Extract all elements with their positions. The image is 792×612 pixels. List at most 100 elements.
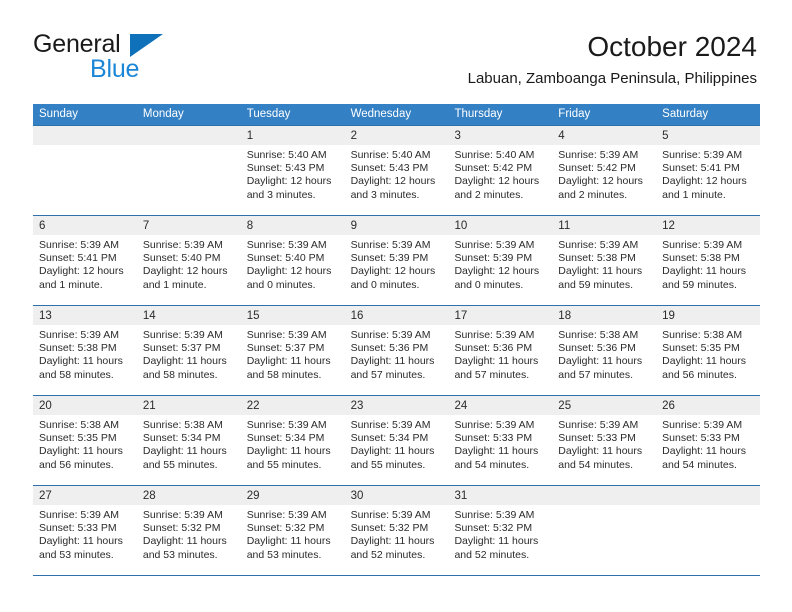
calendar-day-cell[interactable]: 9 Sunrise: 5:39 AM Sunset: 5:39 PM Daylight…	[344, 216, 449, 305]
calendar-day-cell[interactable]: 19 Sunrise: 5:38 AM Sunset: 5:35 PM Dayligh…	[656, 306, 761, 395]
day-detail-line: Sunrise: 5:38 AM	[662, 329, 743, 341]
day-detail-line: Sunrise: 5:39 AM	[558, 419, 639, 431]
day-detail-line: Sunrise: 5:39 AM	[39, 329, 119, 341]
day-detail-line: Sunrise: 5:39 AM	[558, 239, 639, 251]
day-number-band: 16	[344, 306, 449, 325]
calendar-day-cell[interactable]: 13 Sunrise: 5:39 AM Sunset: 5:38 PM Dayligh…	[33, 306, 137, 395]
day-detail-line: Sunrise: 5:39 AM	[246, 419, 327, 431]
day-detail-line: Sunset: 5:42 PM	[454, 162, 533, 175]
day-number: 27	[39, 490, 52, 502]
calendar-bottom-rule	[33, 575, 760, 576]
day-number-band: 10	[448, 216, 553, 235]
day-number-band: 15	[240, 306, 345, 325]
day-details: Sunrise: 5:39 AM Sunset: 5:32 PM Daylight:…	[241, 505, 345, 562]
calendar-day-cell[interactable]: 17 Sunrise: 5:39 AM Sunset: 5:36 PM Dayligh…	[448, 306, 553, 395]
day-number: 11	[558, 220, 571, 232]
calendar-day-cell[interactable]: 23 Sunrise: 5:39 AM Sunset: 5:34 PM Dayligh…	[344, 396, 449, 485]
day-detail-line: Sunset: 5:39 PM	[454, 252, 533, 265]
day-detail-line: Sunrise: 5:39 AM	[662, 239, 743, 251]
day-detail-line: Sunset: 5:38 PM	[39, 342, 117, 355]
calendar-day-cell[interactable]: 10 Sunrise: 5:39 AM Sunset: 5:39 PM Dayligh…	[448, 216, 553, 305]
day-details: Sunrise: 5:39 AM Sunset: 5:40 PM Daylight:…	[241, 235, 345, 292]
calendar-day-cell[interactable]: 7 Sunrise: 5:39 AM Sunset: 5:40 PM Daylight…	[136, 216, 241, 305]
day-detail-line: and 0 minutes.	[246, 278, 316, 291]
day-number-band: 11	[552, 216, 657, 235]
day-details: Sunrise: 5:39 AM Sunset: 5:39 PM Daylight:…	[345, 235, 449, 292]
calendar-day-cell[interactable]: 5 Sunrise: 5:39 AM Sunset: 5:41 PM Daylight…	[656, 126, 761, 215]
calendar-day-cell[interactable]: 14 Sunrise: 5:39 AM Sunset: 5:37 PM Dayligh…	[136, 306, 241, 395]
day-detail-line: and 2 minutes.	[454, 188, 524, 201]
day-detail-line: Daylight: 11 hours	[246, 535, 331, 548]
day-detail-line: and 52 minutes.	[454, 548, 530, 561]
day-number-band	[656, 486, 761, 505]
calendar-day-cell[interactable]: 8 Sunrise: 5:39 AM Sunset: 5:40 PM Daylight…	[240, 216, 345, 305]
calendar-day-cell[interactable]: 6 Sunrise: 5:39 AM Sunset: 5:41 PM Daylight…	[33, 216, 137, 305]
day-details: Sunrise: 5:39 AM Sunset: 5:42 PM Daylight:…	[552, 145, 656, 202]
day-detail-line: Sunset: 5:36 PM	[454, 342, 533, 355]
day-detail-line: Sunset: 5:40 PM	[246, 252, 325, 265]
day-number: 16	[350, 310, 364, 322]
day-details: Sunrise: 5:39 AM Sunset: 5:33 PM Daylight:…	[33, 505, 137, 562]
day-details: Sunrise: 5:39 AM Sunset: 5:34 PM Daylight:…	[241, 415, 345, 472]
day-detail-line: and 1 minute.	[39, 278, 103, 291]
calendar-day-cell[interactable]: 27 Sunrise: 5:39 AM Sunset: 5:33 PM Dayligh…	[33, 486, 137, 575]
calendar-day-cell[interactable]: 1 Sunrise: 5:40 AM Sunset: 5:43 PM Daylight…	[240, 126, 345, 215]
day-detail-line: Daylight: 11 hours	[350, 355, 435, 368]
day-detail-line: Sunrise: 5:39 AM	[454, 329, 535, 341]
day-detail-line: and 53 minutes.	[142, 548, 218, 561]
day-details: Sunrise: 5:39 AM Sunset: 5:32 PM Daylight:…	[345, 505, 449, 562]
calendar-day-cell[interactable]: 2 Sunrise: 5:40 AM Sunset: 5:43 PM Daylight…	[344, 126, 449, 215]
day-details: Sunrise: 5:39 AM Sunset: 5:40 PM Daylight:…	[137, 235, 241, 292]
day-details: Sunrise: 5:39 AM Sunset: 5:36 PM Daylight:…	[345, 325, 449, 382]
day-detail-line: Daylight: 11 hours	[142, 535, 227, 548]
day-number: 23	[350, 400, 364, 412]
calendar-page: General Blue October 2024 Labuan, Zamboa…	[0, 0, 792, 612]
calendar-day-cell[interactable]: 26 Sunrise: 5:39 AM Sunset: 5:33 PM Dayligh…	[656, 396, 761, 485]
calendar-day-cell[interactable]: 31 Sunrise: 5:39 AM Sunset: 5:32 PM Dayligh…	[448, 486, 553, 575]
calendar-day-cell[interactable]: 11 Sunrise: 5:39 AM Sunset: 5:38 PM Dayligh…	[552, 216, 657, 305]
day-details: Sunrise: 5:40 AM Sunset: 5:43 PM Daylight:…	[241, 145, 345, 202]
calendar-week-row: 13 Sunrise: 5:39 AM Sunset: 5:38 PM Dayligh…	[33, 305, 761, 395]
day-detail-line: and 54 minutes.	[454, 458, 530, 471]
day-detail-line: and 1 minute.	[662, 188, 726, 201]
day-number-band: 1	[240, 126, 345, 145]
calendar-day-cell[interactable]: 29 Sunrise: 5:39 AM Sunset: 5:32 PM Dayligh…	[240, 486, 345, 575]
day-number-band: 4	[552, 126, 657, 145]
day-detail-line: Sunrise: 5:40 AM	[246, 149, 327, 161]
calendar-day-cell[interactable]: 16 Sunrise: 5:39 AM Sunset: 5:36 PM Dayligh…	[344, 306, 449, 395]
day-detail-line: Sunrise: 5:39 AM	[350, 239, 431, 251]
calendar-day-cell[interactable]: 4 Sunrise: 5:39 AM Sunset: 5:42 PM Daylight…	[552, 126, 657, 215]
day-detail-line: Sunset: 5:37 PM	[246, 342, 325, 355]
calendar-day-cell[interactable]: 28 Sunrise: 5:39 AM Sunset: 5:32 PM Dayligh…	[136, 486, 241, 575]
calendar-day-cell[interactable]: 21 Sunrise: 5:38 AM Sunset: 5:34 PM Dayligh…	[136, 396, 241, 485]
calendar-day-cell[interactable]: 20 Sunrise: 5:38 AM Sunset: 5:35 PM Dayligh…	[33, 396, 137, 485]
calendar-day-cell[interactable]: 18 Sunrise: 5:38 AM Sunset: 5:36 PM Dayligh…	[552, 306, 657, 395]
day-number-band: 31	[448, 486, 553, 505]
day-detail-line: Daylight: 11 hours	[558, 445, 643, 458]
calendar-week-row: 6 Sunrise: 5:39 AM Sunset: 5:41 PM Daylight…	[33, 215, 761, 305]
day-detail-line: Sunset: 5:32 PM	[454, 522, 533, 535]
calendar-day-cell[interactable]: 30 Sunrise: 5:39 AM Sunset: 5:32 PM Dayligh…	[344, 486, 449, 575]
day-detail-line: Sunrise: 5:39 AM	[454, 239, 535, 251]
day-detail-line: Sunrise: 5:39 AM	[662, 419, 743, 431]
day-number: 28	[142, 490, 156, 502]
calendar-day-cell[interactable]: 3 Sunrise: 5:40 AM Sunset: 5:42 PM Daylight…	[448, 126, 553, 215]
day-details: Sunrise: 5:39 AM Sunset: 5:41 PM Daylight:…	[656, 145, 760, 202]
day-detail-line: Sunset: 5:41 PM	[39, 252, 117, 265]
calendar-day-cell[interactable]: 24 Sunrise: 5:39 AM Sunset: 5:33 PM Dayligh…	[448, 396, 553, 485]
day-detail-line: Sunset: 5:33 PM	[558, 432, 636, 445]
calendar-day-cell[interactable]: 15 Sunrise: 5:39 AM Sunset: 5:37 PM Dayligh…	[240, 306, 345, 395]
day-details: Sunrise: 5:39 AM Sunset: 5:33 PM Daylight:…	[448, 415, 552, 472]
day-detail-line: and 57 minutes.	[454, 368, 530, 381]
day-number: 17	[454, 310, 468, 322]
calendar-weeks: 1 Sunrise: 5:40 AM Sunset: 5:43 PM Daylight…	[33, 125, 761, 575]
day-number-band: 14	[136, 306, 241, 325]
day-detail-line: Sunrise: 5:40 AM	[454, 149, 535, 161]
day-detail-line: Sunrise: 5:39 AM	[350, 509, 431, 521]
page-title: October 2024	[587, 31, 757, 62]
weekday-header-tuesday: Tuesday	[246, 108, 291, 120]
calendar-day-cell[interactable]: 12 Sunrise: 5:39 AM Sunset: 5:38 PM Dayligh…	[656, 216, 761, 305]
day-number-band: 23	[344, 396, 449, 415]
calendar-day-cell[interactable]: 22 Sunrise: 5:39 AM Sunset: 5:34 PM Dayligh…	[240, 396, 345, 485]
calendar-day-cell[interactable]: 25 Sunrise: 5:39 AM Sunset: 5:33 PM Dayligh…	[552, 396, 657, 485]
